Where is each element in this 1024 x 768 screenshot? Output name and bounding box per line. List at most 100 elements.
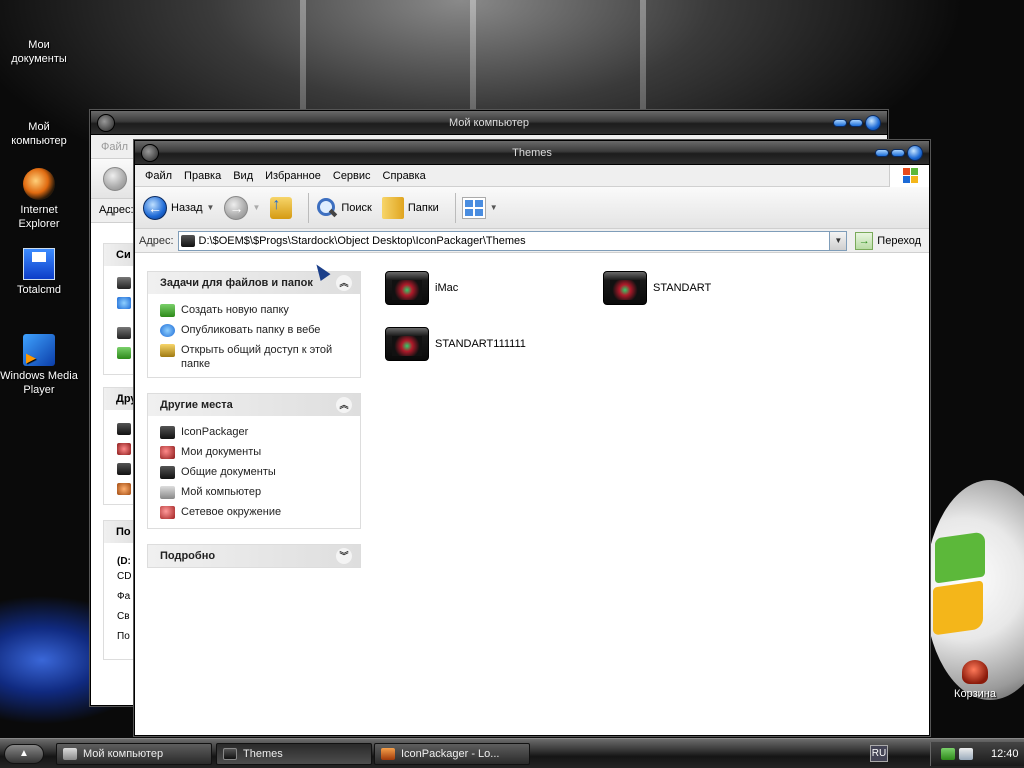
system-menu-icon[interactable] (141, 144, 159, 162)
clock[interactable]: 12:40 (991, 748, 1019, 760)
task-label: Открыть общий доступ к этой папке (181, 344, 333, 370)
taskbar-item-iconpackager[interactable]: IconPackager - Lo... (374, 743, 530, 765)
task-new-folder[interactable]: Создать новую папку (160, 300, 360, 320)
other-places-header[interactable]: Другие места ︽ (148, 394, 360, 416)
chevron-down-icon[interactable]: ▼ (252, 203, 260, 212)
up-button[interactable] (270, 196, 293, 219)
forward-button[interactable]: → ▼ (224, 195, 260, 220)
views-button[interactable]: ▼ (461, 196, 498, 219)
desktop-icon-label: Мои документы (11, 39, 67, 65)
place-icon (117, 463, 131, 475)
toolbar-separator (308, 192, 310, 223)
titlebar[interactable]: Мой компьютер (91, 111, 887, 135)
go-button[interactable]: → Переход (851, 231, 925, 250)
address-input[interactable]: D:\$OEM$\$Progs\Stardock\Object Desktop\… (177, 230, 848, 251)
shared-documents-icon (160, 466, 175, 479)
toolbar: ← Назад ▼ → ▼ Поиск Папки ▼ (135, 187, 929, 229)
network-tray-icon[interactable] (941, 748, 955, 760)
views-icon (461, 196, 486, 219)
titlebar[interactable]: Themes (135, 141, 929, 165)
other-places-panel: Другие места ︽ IconPackager Мои документ… (147, 393, 361, 529)
chevron-down-icon[interactable]: ▼ (490, 203, 498, 212)
menu-edit[interactable]: Правка (178, 170, 227, 182)
language-indicator[interactable]: RU (870, 745, 888, 762)
address-label: Адрес: (99, 204, 134, 216)
close-button[interactable] (865, 115, 881, 131)
expand-icon[interactable]: ︾ (336, 548, 352, 564)
folders-button[interactable]: Папки (381, 196, 439, 219)
file-name: STANDART (653, 282, 712, 294)
caption-buttons (833, 115, 881, 131)
folders-label: Папки (407, 201, 439, 214)
desktop-icon-internet-explorer[interactable]: Internet Explorer (0, 168, 78, 231)
minimize-button[interactable] (833, 119, 847, 127)
back-button[interactable]: ← Назад ▼ (143, 195, 215, 220)
collapse-icon[interactable]: ︽ (336, 397, 352, 413)
panel-title: Другие места (160, 399, 233, 411)
details-header[interactable]: Подробно ︾ (148, 545, 360, 567)
address-value: D:\$OEM$\$Progs\Stardock\Object Desktop\… (198, 234, 526, 247)
window-themes[interactable]: Themes Файл Правка Вид Избранное Сервис … (134, 140, 930, 736)
menu-tools[interactable]: Сервис (327, 170, 377, 182)
details-panel: Подробно ︾ (147, 544, 361, 568)
menu-view[interactable]: Вид (227, 170, 259, 182)
windows-flag-icon (889, 165, 929, 187)
go-label: Переход (877, 234, 921, 247)
address-dropdown-button[interactable]: ▼ (829, 231, 847, 250)
back-arrow-icon[interactable] (103, 167, 127, 191)
desktop-icon-windows-media-player[interactable]: Windows Media Player (0, 334, 78, 397)
task-icon (117, 327, 131, 339)
my-computer-icon (160, 486, 175, 499)
place-label: Сетевое окружение (181, 506, 282, 518)
task-label: Создать новую папку (181, 304, 289, 316)
maximize-button[interactable] (891, 149, 905, 157)
place-network[interactable]: Сетевое окружение (160, 502, 360, 522)
window-title: Мой компьютер (448, 117, 530, 129)
search-icon (315, 197, 337, 219)
network-icon (160, 506, 175, 519)
detail-text: Св (117, 611, 130, 622)
chevron-down-icon[interactable]: ▼ (207, 203, 215, 212)
task-publish-web[interactable]: Опубликовать папку в вебе (160, 320, 360, 340)
web-publish-icon (160, 324, 175, 337)
back-arrow-icon: ← (143, 195, 167, 220)
new-folder-icon (160, 304, 175, 317)
menu-help[interactable]: Справка (377, 170, 432, 182)
place-my-computer[interactable]: Мой компьютер (160, 482, 360, 502)
taskbar-item-my-computer[interactable]: Мой компьютер (56, 743, 212, 765)
file-item-standart111111[interactable]: STANDART111111 (385, 327, 526, 361)
place-my-documents[interactable]: Мои документы (160, 442, 360, 462)
folders-icon (381, 196, 404, 219)
place-label: Общие документы (181, 466, 276, 478)
theme-file-icon (385, 327, 429, 361)
place-shared-documents[interactable]: Общие документы (160, 462, 360, 482)
minimize-button[interactable] (875, 149, 889, 157)
search-button[interactable]: Поиск (315, 197, 372, 219)
theme-file-icon (603, 271, 647, 305)
desktop-icon-my-computer[interactable]: Мой компьютер (0, 120, 78, 148)
menu-file[interactable]: Файл (95, 141, 134, 153)
file-item-imac[interactable]: iMac (385, 271, 458, 305)
menu-file[interactable]: Файл (139, 170, 178, 182)
menu-favorites[interactable]: Избранное (259, 170, 327, 182)
desktop-icon-totalcmd[interactable]: Totalcmd (0, 248, 78, 297)
close-button[interactable] (907, 145, 923, 161)
taskbar-item-themes[interactable]: Themes (216, 743, 372, 765)
folder-up-icon (270, 196, 293, 219)
file-item-standart[interactable]: STANDART (603, 271, 711, 305)
task-share-folder[interactable]: Открыть общий доступ к этой папке (160, 340, 360, 371)
desktop-icon-recycle-bin[interactable]: Корзина (936, 660, 1014, 701)
place-iconpackager[interactable]: IconPackager (160, 422, 360, 442)
tray-app-icon[interactable] (959, 748, 973, 760)
folder-icon (160, 426, 175, 439)
system-tray: 12:40 (930, 742, 1024, 766)
detail-text: CD (117, 571, 132, 582)
place-icon (117, 423, 131, 435)
maximize-button[interactable] (849, 119, 863, 127)
collapse-icon[interactable]: ︽ (336, 275, 352, 291)
start-button[interactable]: ▲ (4, 744, 44, 764)
desktop-icon-label: Totalcmd (16, 284, 62, 296)
place-label: Мой компьютер (181, 486, 262, 498)
desktop-icon-my-documents[interactable]: Мои документы (0, 38, 78, 66)
system-menu-icon[interactable] (97, 114, 115, 132)
